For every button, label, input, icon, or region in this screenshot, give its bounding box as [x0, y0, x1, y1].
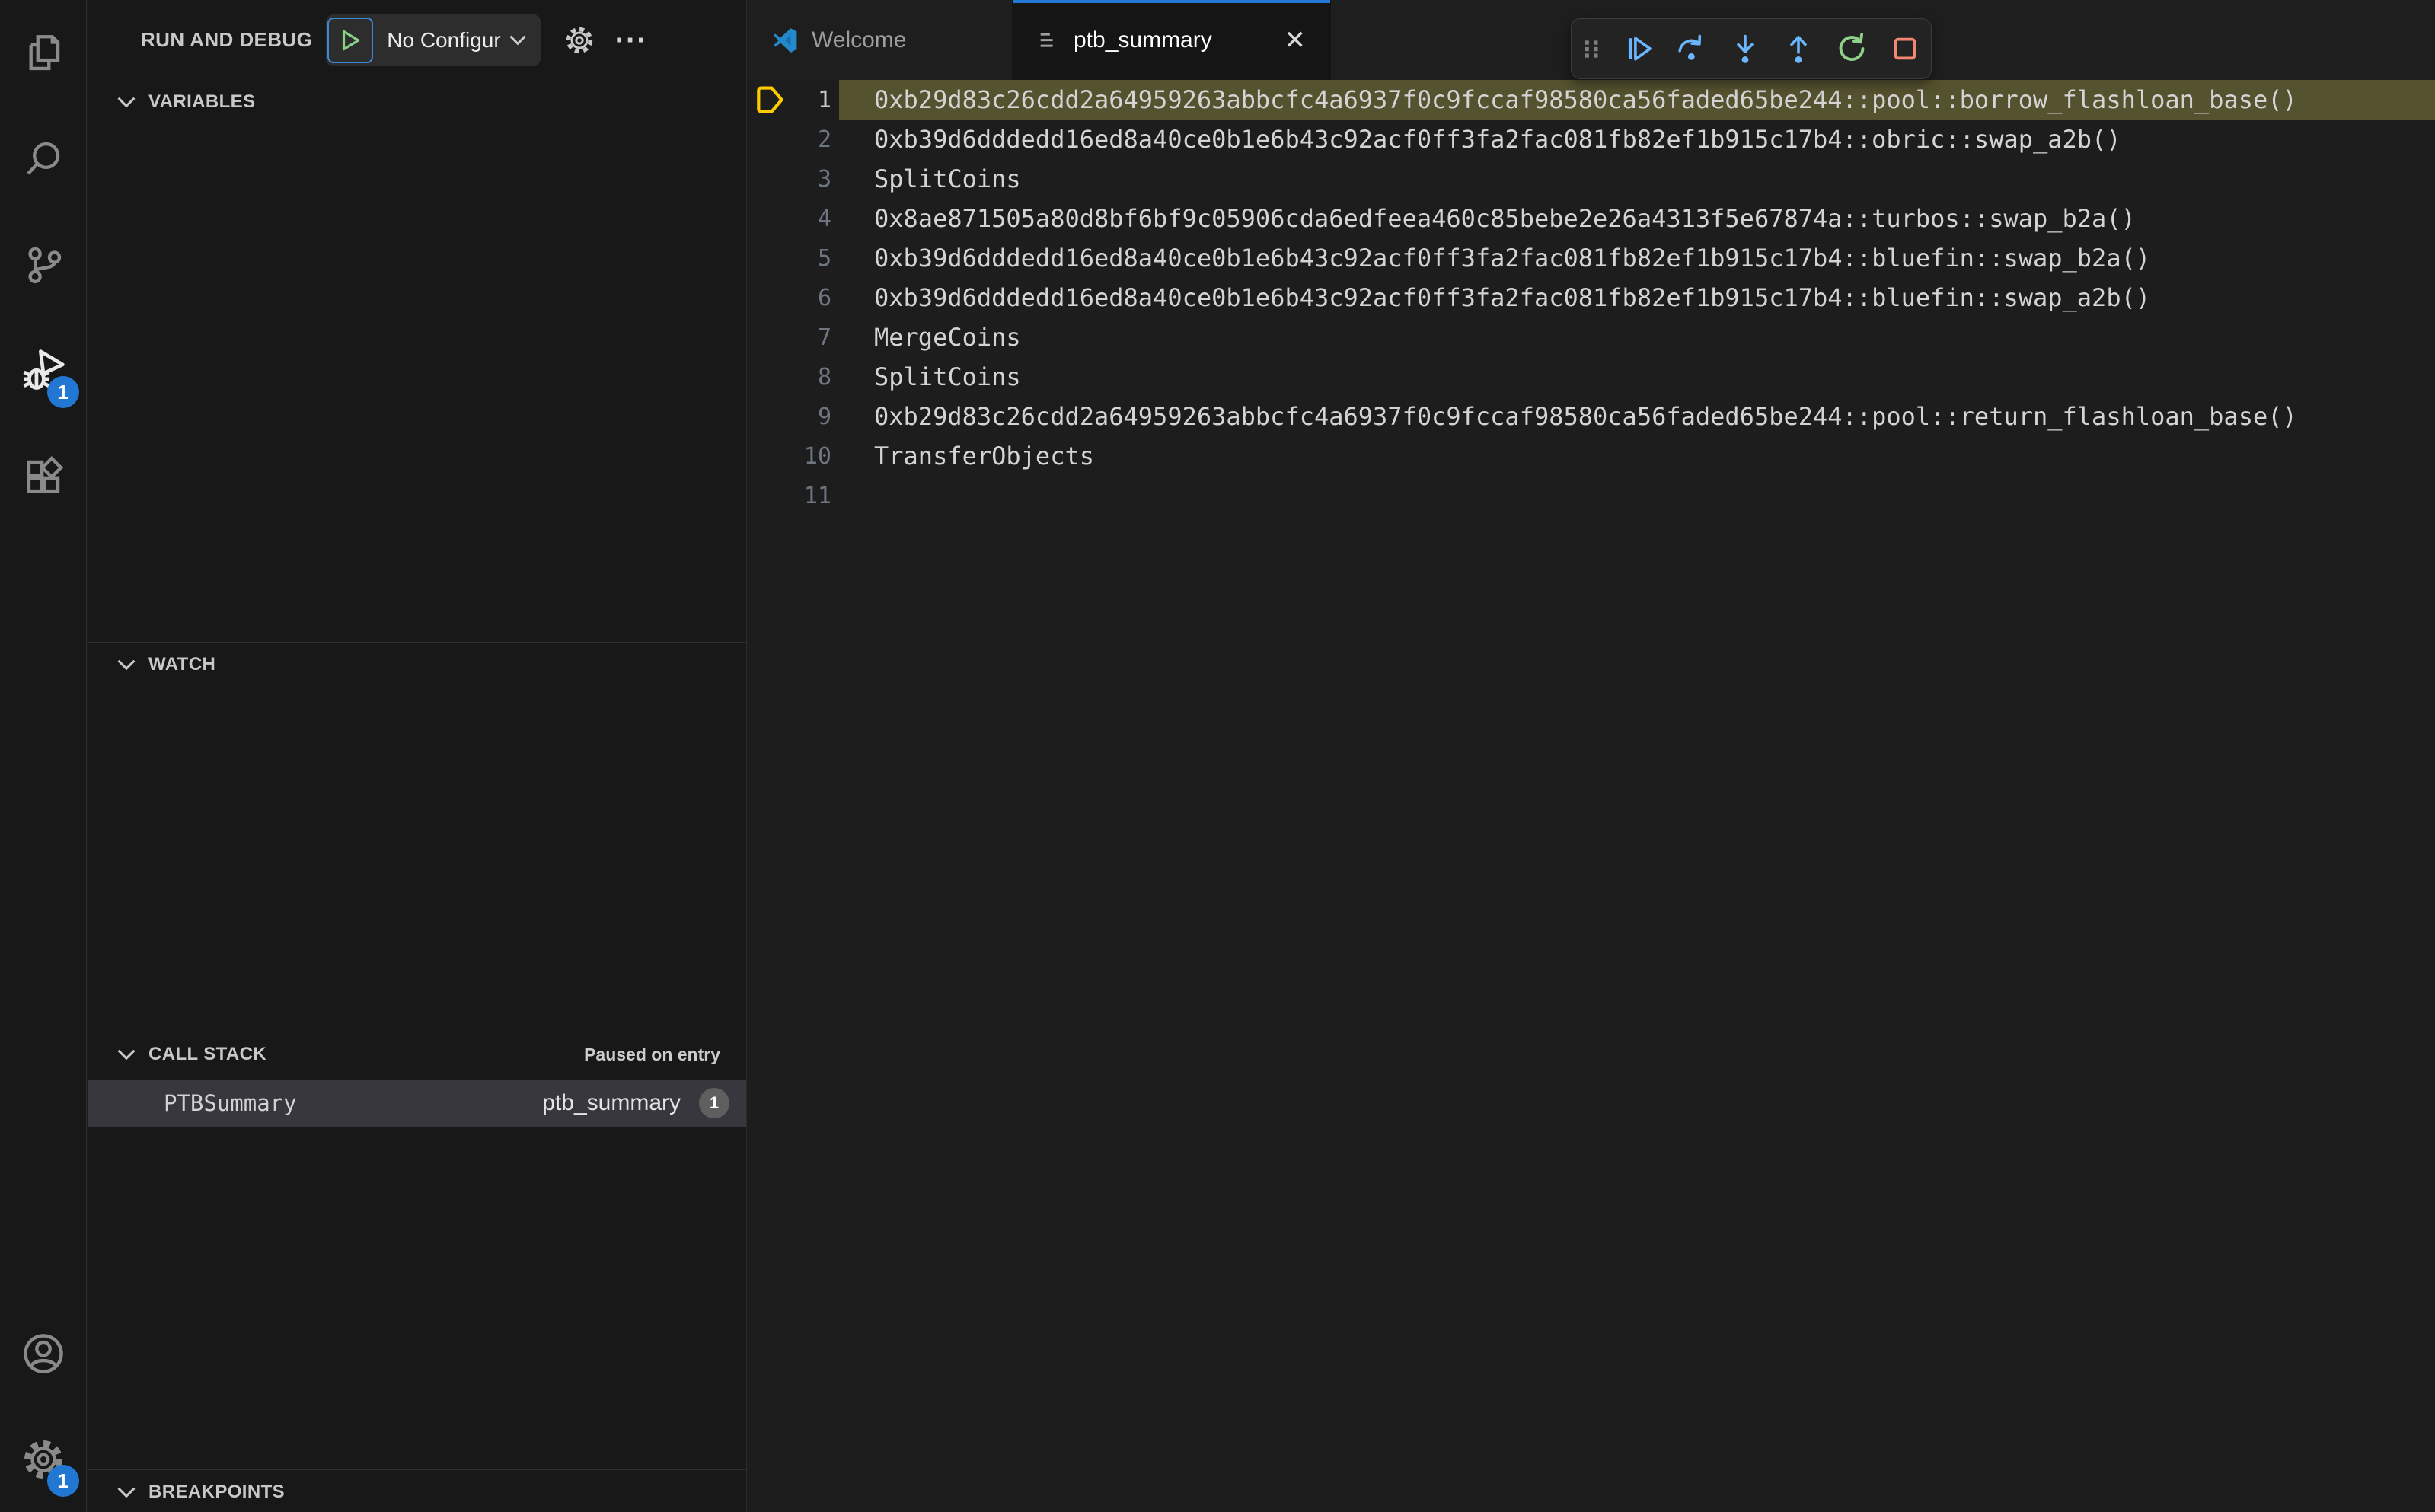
line-text[interactable]: 0xb39d6dddedd16ed8a40ce0b1e6b43c92acf0ff…: [874, 120, 2435, 159]
line-number[interactable]: 6: [792, 285, 831, 311]
step-over-button[interactable]: [1668, 25, 1715, 72]
code-line-7: 7 MergeCoins: [748, 317, 2435, 357]
activity-item-accounts[interactable]: [0, 1300, 87, 1406]
run-and-debug-sidebar: RUN AND DEBUG No Configur ··· VARIABLES …: [88, 0, 747, 1512]
sidebar-title: RUN AND DEBUG: [141, 28, 313, 51]
chevron-down-icon: [116, 1486, 136, 1498]
line-number[interactable]: 1: [792, 87, 831, 113]
start-debugging-button[interactable]: [327, 17, 374, 63]
line-text[interactable]: [874, 476, 2435, 515]
variables-section-label: VARIABLES: [148, 91, 256, 112]
tab-label: ptb_summary: [1074, 27, 1212, 53]
code-line-6: 6 0xb39d6dddedd16ed8a40ce0b1e6b43c92acf0…: [748, 278, 2435, 317]
code-line-10: 10 TransferObjects: [748, 436, 2435, 476]
chevron-down-icon: [116, 96, 136, 108]
line-number[interactable]: 7: [792, 324, 831, 351]
line-number[interactable]: 5: [792, 245, 831, 272]
debug-sessions-badge: 1: [46, 376, 79, 408]
drag-handle-icon[interactable]: [1574, 25, 1609, 72]
more-actions-icon[interactable]: ···: [615, 25, 648, 56]
activity-item-explorer[interactable]: [0, 0, 87, 106]
line-text[interactable]: SplitCoins: [874, 357, 2435, 397]
activity-bar: 1 1: [0, 0, 87, 1512]
line-text[interactable]: 0xb39d6dddedd16ed8a40ce0b1e6b43c92acf0ff…: [874, 278, 2435, 317]
debug-settings-gear-icon[interactable]: [563, 24, 595, 56]
current-frame-marker-icon: [748, 85, 792, 114]
code-line-2: 2 0xb39d6dddedd16ed8a40ce0b1e6b43c92acf0…: [748, 120, 2435, 159]
thread-count-badge: 1: [699, 1088, 729, 1118]
code-line-1: 1 0xb29d83c26cdd2a64959263abbcfc4a6937f0…: [748, 80, 2435, 120]
breakpoints-section-header[interactable]: BREAKPOINTS: [88, 1470, 746, 1512]
line-text[interactable]: 0xb29d83c26cdd2a64959263abbcfc4a6937f0c9…: [874, 397, 2435, 436]
step-into-button[interactable]: [1722, 25, 1769, 72]
line-number[interactable]: 8: [792, 364, 831, 391]
line-text[interactable]: TransferObjects: [874, 436, 2435, 476]
session-name: PTBSummary: [164, 1090, 297, 1116]
line-number[interactable]: 2: [792, 126, 831, 153]
activity-item-extensions[interactable]: [0, 423, 87, 529]
search-icon: [21, 137, 65, 181]
files-icon: [21, 31, 65, 75]
line-text[interactable]: MergeCoins: [874, 317, 2435, 357]
call-stack-section-label: CALL STACK: [148, 1044, 267, 1064]
watch-section: WATCH: [88, 642, 746, 1032]
line-text[interactable]: 0xb39d6dddedd16ed8a40ce0b1e6b43c92acf0ff…: [874, 238, 2435, 278]
continue-button[interactable]: [1615, 25, 1662, 72]
call-stack-section: CALL STACK Paused on entry PTBSummary pt…: [88, 1032, 746, 1469]
call-stack-section-header[interactable]: CALL STACK Paused on entry: [88, 1032, 746, 1077]
restart-button[interactable]: [1828, 25, 1875, 72]
code-line-3: 3 SplitCoins: [748, 159, 2435, 199]
launch-configuration-combo: No Configur: [326, 14, 541, 66]
vscode-logo-icon: [772, 27, 798, 53]
editor-group: Welcome ptb_summary ✕ 1 0xb29d83c26cdd2a…: [748, 0, 2435, 1512]
breakpoints-section-label: BREAKPOINTS: [148, 1482, 286, 1502]
watch-section-header[interactable]: WATCH: [88, 643, 746, 687]
chevron-down-icon: [116, 1048, 136, 1061]
pause-reason-status: Paused on entry: [584, 1044, 720, 1064]
code-line-9: 9 0xb29d83c26cdd2a64959263abbcfc4a6937f0…: [748, 397, 2435, 436]
code-line-8: 8 SplitCoins: [748, 357, 2435, 397]
line-number[interactable]: 11: [792, 483, 831, 509]
activity-item-settings[interactable]: 1: [0, 1406, 87, 1512]
line-text[interactable]: SplitCoins: [874, 159, 2435, 199]
configuration-dropdown[interactable]: No Configur: [387, 28, 500, 53]
line-number[interactable]: 10: [792, 443, 831, 470]
sidebar-header: RUN AND DEBUG No Configur ···: [88, 0, 746, 80]
code-line-4: 4 0x8ae871505a80d8bf6bf9c05906cda6edfeea…: [748, 199, 2435, 238]
variables-section: VARIABLES: [88, 80, 746, 642]
code-editor[interactable]: 1 0xb29d83c26cdd2a64959263abbcfc4a6937f0…: [748, 80, 2435, 1512]
tab-welcome[interactable]: Welcome: [748, 0, 1013, 80]
tab-label: Welcome: [812, 27, 907, 53]
activity-item-run-and-debug[interactable]: 1: [0, 317, 87, 423]
code-line-11: 11: [748, 476, 2435, 515]
line-number[interactable]: 4: [792, 206, 831, 232]
line-text[interactable]: 0x8ae871505a80d8bf6bf9c05906cda6edfeea46…: [874, 199, 2435, 238]
debug-toolbar: [1571, 18, 1932, 79]
settings-badge: 1: [46, 1465, 79, 1497]
chevron-down-icon: [116, 659, 136, 671]
line-number[interactable]: 9: [792, 404, 831, 430]
breakpoints-section: BREAKPOINTS: [88, 1469, 746, 1512]
line-number[interactable]: 3: [792, 166, 831, 193]
tab-ptb-summary[interactable]: ptb_summary ✕: [1013, 0, 1331, 80]
activity-item-search[interactable]: [0, 106, 87, 212]
activity-item-source-control[interactable]: [0, 212, 87, 317]
variables-section-header[interactable]: VARIABLES: [88, 80, 746, 124]
close-icon[interactable]: ✕: [1285, 27, 1307, 53]
chevron-down-icon[interactable]: [509, 34, 527, 46]
stop-button[interactable]: [1881, 25, 1929, 72]
session-source: ptb_summary: [542, 1090, 681, 1115]
extensions-icon: [21, 455, 65, 499]
step-out-button[interactable]: [1775, 25, 1822, 72]
watch-section-label: WATCH: [148, 654, 216, 675]
account-icon: [21, 1332, 65, 1376]
code-line-5: 5 0xb39d6dddedd16ed8a40ce0b1e6b43c92acf0…: [748, 238, 2435, 278]
call-stack-session-row[interactable]: PTBSummary ptb_summary 1: [88, 1080, 746, 1127]
source-control-icon: [21, 243, 65, 287]
line-text[interactable]: 0xb29d83c26cdd2a64959263abbcfc4a6937f0c9…: [839, 80, 2435, 120]
list-icon: [1037, 29, 1060, 52]
